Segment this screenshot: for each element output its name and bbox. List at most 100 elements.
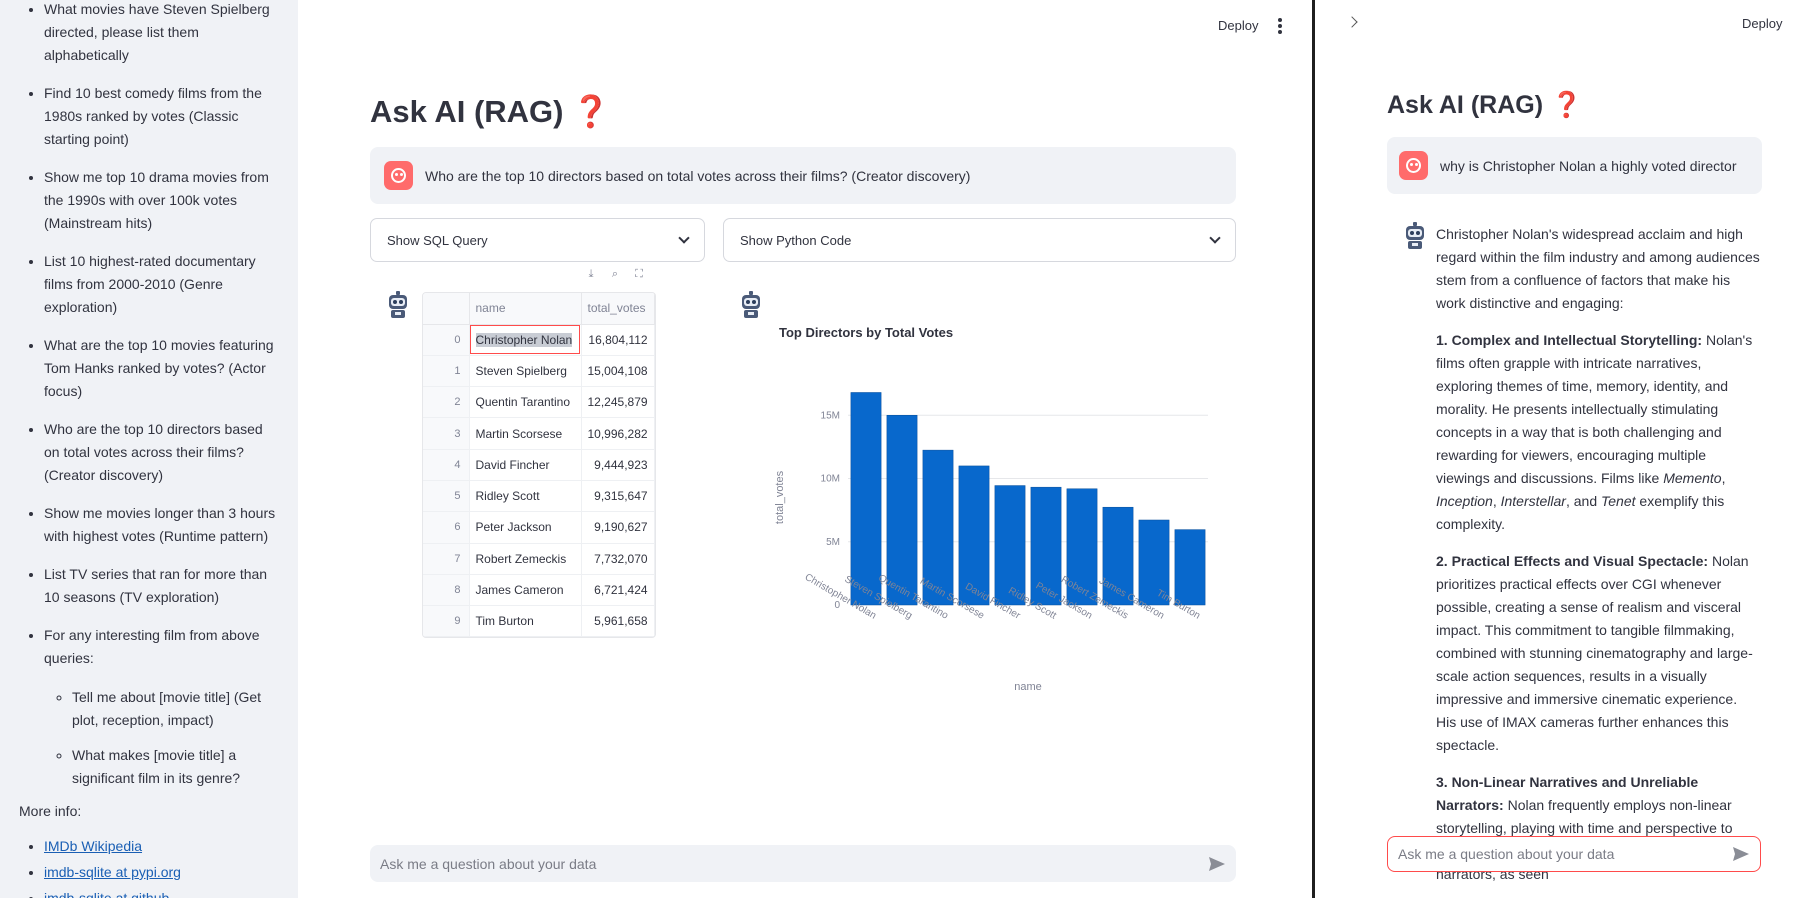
user-avatar-icon xyxy=(1399,151,1428,180)
cell-total-votes[interactable]: 9,190,627 xyxy=(581,511,655,544)
row-index: 4 xyxy=(423,449,470,481)
cell-total-votes[interactable]: 16,804,112 xyxy=(581,324,655,356)
row-index: 7 xyxy=(423,543,470,575)
user-message: why is Christopher Nolan a highly voted … xyxy=(1387,137,1762,194)
cell-total-votes[interactable]: 7,732,070 xyxy=(581,543,655,575)
table-row[interactable]: 6 Peter Jackson 9,190,627 xyxy=(423,511,655,544)
cell-total-votes[interactable]: 15,004,108 xyxy=(581,355,655,388)
cell-name[interactable]: James Cameron xyxy=(469,574,582,607)
list-item: For any interesting film from above quer… xyxy=(44,624,298,790)
link-github[interactable]: imdb-sqlite at github xyxy=(44,890,169,898)
table-row[interactable]: 0 Christopher Nolan 16,804,112 xyxy=(423,324,655,356)
cell-name[interactable]: Christopher Nolan xyxy=(469,324,582,356)
table-row[interactable]: 1 Steven Spielberg 15,004,108 xyxy=(423,355,655,388)
menu-kebab-icon[interactable] xyxy=(1278,18,1282,34)
table-row[interactable]: 8 James Cameron 6,721,424 xyxy=(423,574,655,607)
chevron-right-icon[interactable] xyxy=(1346,16,1358,28)
cell-name[interactable]: Peter Jackson xyxy=(469,511,582,544)
more-info-label: More info: xyxy=(19,803,82,819)
column-header-total-votes[interactable]: total_votes xyxy=(581,293,655,325)
cell-total-votes[interactable]: 10,996,282 xyxy=(581,417,655,450)
cell-name[interactable]: Robert Zemeckis xyxy=(469,543,582,575)
cell-name[interactable]: Ridley Scott xyxy=(469,480,582,513)
bar[interactable] xyxy=(850,392,882,606)
table-row[interactable]: 9 Tim Burton 5,961,658 xyxy=(423,605,655,638)
user-message: Who are the top 10 directors based on to… xyxy=(370,147,1236,204)
cell-name[interactable]: David Fincher xyxy=(469,449,582,481)
cell-total-votes[interactable]: 6,721,424 xyxy=(581,574,655,607)
y-tick-label: 10M xyxy=(821,474,840,485)
send-icon[interactable] xyxy=(1208,856,1226,872)
list-item: Show me movies longer than 3 hours with … xyxy=(44,502,298,548)
answer-heading: 2. Practical Effects and Visual Spectacl… xyxy=(1436,553,1709,569)
assistant-avatar-icon xyxy=(389,291,407,318)
cell-total-votes[interactable]: 5,961,658 xyxy=(581,605,655,638)
list-item: What makes [movie title] a significant f… xyxy=(72,744,276,790)
cell-total-votes[interactable]: 9,444,923 xyxy=(581,449,655,481)
cell-total-votes[interactable]: 9,315,647 xyxy=(581,480,655,513)
cell-name[interactable]: Steven Spielberg xyxy=(469,355,582,388)
row-index: 2 xyxy=(423,386,470,419)
send-icon[interactable] xyxy=(1732,846,1750,862)
question-mark-icon: ❓ xyxy=(571,94,611,129)
user-message-text: Who are the top 10 directors based on to… xyxy=(425,167,971,184)
main-panel: Deploy Ask AI (RAG) ❓ Who are the top 10… xyxy=(298,0,1312,898)
python-code-expander[interactable]: Show Python Code xyxy=(723,218,1236,262)
deploy-button[interactable]: Deploy xyxy=(1218,18,1258,33)
expander-label: Show Python Code xyxy=(740,232,852,248)
list-item: What movies have Steven Spielberg direct… xyxy=(44,0,298,67)
cell-name-text: James Cameron xyxy=(475,583,564,598)
cell-name-text: Christopher Nolan xyxy=(475,332,573,347)
chat-input-field[interactable] xyxy=(380,855,1208,872)
user-avatar-icon xyxy=(384,161,413,190)
chat-input[interactable] xyxy=(1387,836,1761,872)
cell-name-text: Tim Burton xyxy=(475,614,534,629)
cell-name[interactable]: Tim Burton xyxy=(469,605,582,638)
list-item: What are the top 10 movies featuring Tom… xyxy=(44,334,298,403)
chat-input-field[interactable] xyxy=(1398,846,1732,862)
deploy-button[interactable]: Deploy xyxy=(1742,16,1782,31)
cell-name-text: David Fincher xyxy=(475,457,550,472)
answer-text: , xyxy=(1492,493,1501,509)
dataframe[interactable]: name total_votes 0 Christopher Nolan 16,80… xyxy=(422,292,656,639)
link-pypi[interactable]: imdb-sqlite at pypi.org xyxy=(44,864,181,880)
cell-name-text: Ridley Scott xyxy=(475,489,540,504)
link-imdb-wikipedia[interactable]: IMDb Wikipedia xyxy=(44,838,142,854)
page-title-text: Ask AI (RAG) xyxy=(1387,91,1544,119)
column-header-name[interactable]: name xyxy=(469,293,582,325)
right-panel: Deploy Ask AI (RAG) ❓ why is Christopher… xyxy=(1315,0,1815,898)
cell-name-text: Quentin Tarantino xyxy=(475,395,571,410)
cell-total-votes[interactable]: 12,245,879 xyxy=(581,386,655,419)
list-item-label: For any interesting film from above quer… xyxy=(44,627,260,666)
cell-name[interactable]: Quentin Tarantino xyxy=(469,386,582,419)
table-row[interactable]: 5 Ridley Scott 9,315,647 xyxy=(423,480,655,513)
film-title: Inception xyxy=(1436,493,1493,509)
table-row[interactable]: 7 Robert Zemeckis 7,732,070 xyxy=(423,543,655,575)
answer-text: Nolan prioritizes practical effects over… xyxy=(1436,553,1753,753)
y-tick-label: 15M xyxy=(821,410,840,421)
row-index: 0 xyxy=(423,324,470,356)
row-index: 5 xyxy=(423,480,470,513)
chat-input[interactable] xyxy=(370,845,1236,882)
bar[interactable] xyxy=(1174,529,1206,606)
bar-chart[interactable]: 05M10M15MChristopher NolanSteven Spielbe… xyxy=(768,370,1238,700)
film-title: Memento xyxy=(1663,470,1722,486)
index-header xyxy=(423,293,470,325)
sql-query-expander[interactable]: Show SQL Query xyxy=(370,218,705,262)
answer-text: , and xyxy=(1565,493,1601,509)
cell-name[interactable]: Martin Scorsese xyxy=(469,417,582,450)
row-index: 9 xyxy=(423,605,470,638)
links-list: IMDb Wikipedia imdb-sqlite at pypi.org i… xyxy=(0,835,298,898)
fullscreen-icon[interactable]: ⛶ xyxy=(632,268,646,281)
search-icon[interactable]: ⌕ xyxy=(608,268,622,281)
table-row[interactable]: 3 Martin Scorsese 10,996,282 xyxy=(423,417,655,450)
bar[interactable] xyxy=(886,414,918,606)
table-row[interactable]: 2 Quentin Tarantino 12,245,879 xyxy=(423,386,655,419)
download-icon[interactable]: ⤓ xyxy=(584,268,598,281)
cell-name-text: Martin Scorsese xyxy=(475,426,563,441)
assistant-message: Christopher Nolan's widespread acclaim a… xyxy=(1436,223,1761,898)
table-row[interactable]: 4 David Fincher 9,444,923 xyxy=(423,449,655,481)
row-index: 6 xyxy=(423,511,470,544)
chevron-down-icon xyxy=(678,232,690,244)
assistant-avatar-icon xyxy=(1406,222,1424,249)
